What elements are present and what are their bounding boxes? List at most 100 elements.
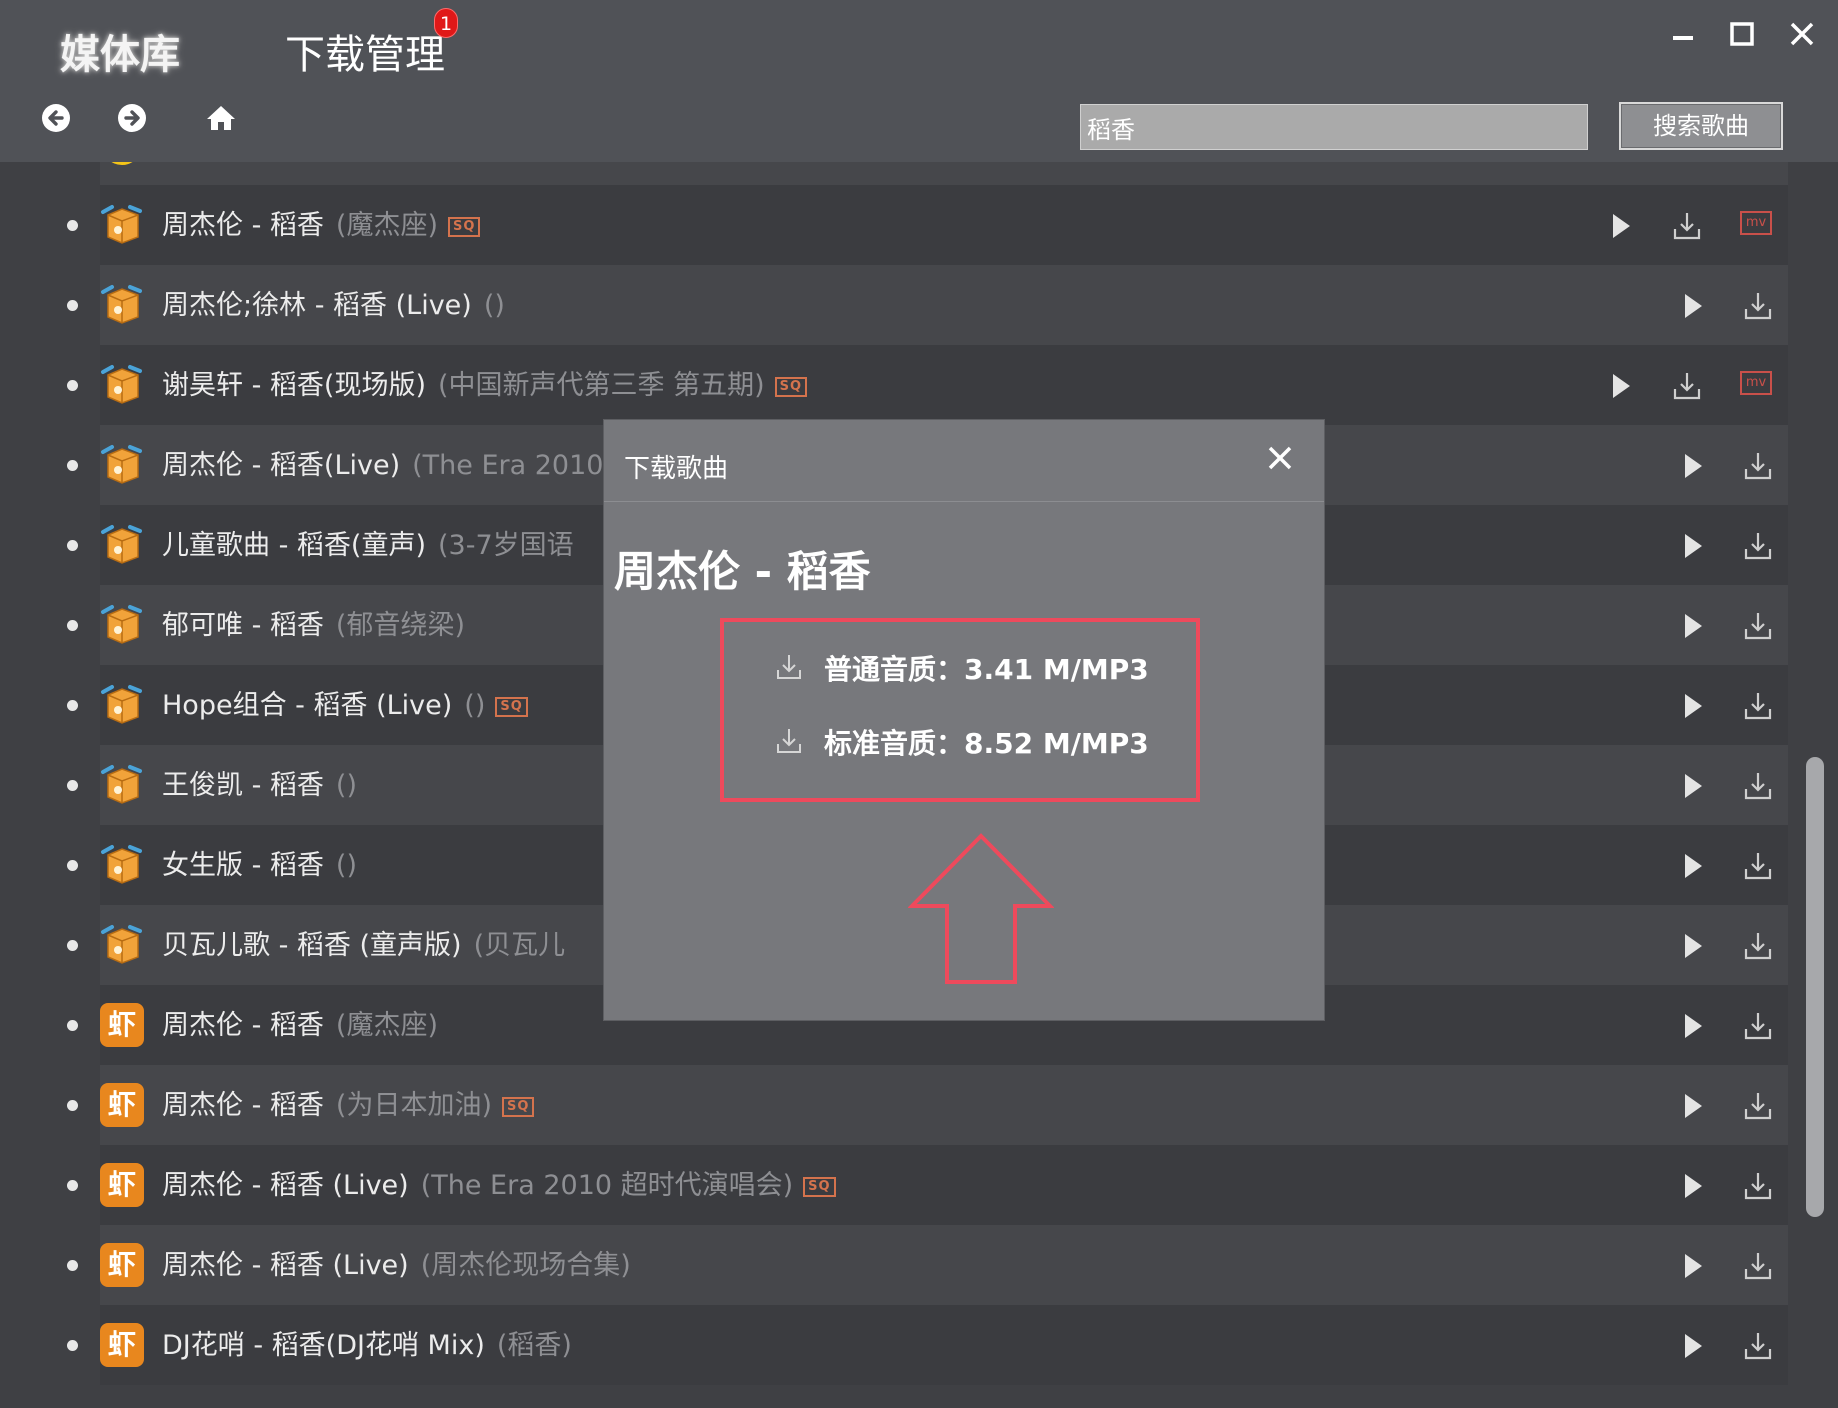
download-icon[interactable] [1741,162,1775,163]
row-bullet [67,1020,78,1031]
song-title: 稻香(童声) [296,530,426,561]
song-label: 周杰伦 - 稻香(Live) (The Era 2010 [162,443,603,482]
download-icon[interactable] [1741,849,1775,883]
row-bullet [67,460,78,471]
row-background [100,162,1788,185]
download-icon[interactable] [1741,689,1775,723]
download-icon[interactable] [1741,1009,1775,1043]
play-icon[interactable] [1675,529,1709,563]
play-icon[interactable] [1675,769,1709,803]
download-icon[interactable] [1741,1089,1775,1123]
close-window-button[interactable] [1782,14,1822,54]
title-separator: - [243,1250,270,1281]
play-icon[interactable] [1675,849,1709,883]
song-title: 稻香 [269,770,324,801]
song-album: (中国新声代第三季 第五期) [438,370,765,401]
download-icon[interactable] [1741,929,1775,963]
song-label: 周杰伦 - 稻香 (魔杰座) SQ [162,203,481,242]
song-title: 稻香 (Live) [333,290,472,321]
download-icon[interactable] [1741,609,1775,643]
song-row[interactable]: 虾周杰伦 - 稻香 (Live) (The Era 2010 超时代演唱会) SQ [0,1145,1800,1225]
xiami-source-icon: 虾 [100,1083,144,1127]
song-row[interactable]: DJ - 稻香 (DJ 秋伟 Remix)() [0,162,1800,185]
dialog-title: 下载歌曲 [624,454,729,484]
song-row[interactable]: 谢昊轩 - 稻香(现场版) (中国新声代第三季 第五期) SQ mv [0,345,1800,425]
kugou-source-icon [101,765,142,804]
forward-button[interactable] [114,100,150,136]
play-icon[interactable] [1603,369,1637,403]
home-button[interactable] [203,100,239,136]
song-title: 稻香(DJ花哨 Mix) [271,1330,485,1361]
song-label: 周杰伦;徐林 - 稻香 (Live) () [162,283,505,322]
title-separator: - [306,290,334,321]
song-title: 稻香 (Live) [269,1250,409,1281]
sq-quality-tag: SQ [774,376,808,397]
song-album: (郁音绕梁) [335,610,465,641]
play-icon[interactable] [1675,162,1709,163]
mv-button[interactable]: mv [1740,371,1772,395]
song-row[interactable]: 虾周杰伦 - 稻香 (为日本加油) SQ [0,1065,1800,1145]
title-separator: - [286,690,314,721]
song-label: 谢昊轩 - 稻香(现场版) (中国新声代第三季 第五期) SQ [162,363,808,402]
kugou-source-icon [101,685,142,724]
xiami-source-icon: 虾 [100,1323,144,1367]
maximize-button[interactable] [1722,14,1762,54]
download-icon[interactable] [1670,209,1704,243]
play-icon[interactable] [1675,1169,1709,1203]
download-icon[interactable] [1741,769,1775,803]
dialog-close-button[interactable] [1260,438,1300,478]
xiami-source-icon: 虾 [100,1003,144,1047]
download-icon[interactable] [1741,529,1775,563]
song-label: DJ花哨 - 稻香(DJ花哨 Mix) (稻香) [162,1323,572,1362]
song-album: (3-7岁国语 [438,530,574,561]
tab-media-library[interactable]: 媒体库 [60,22,180,80]
kugou-source-icon [101,845,142,884]
back-button[interactable] [38,100,74,136]
minimize-button[interactable] [1663,14,1703,54]
search-input[interactable] [1080,104,1588,150]
close-icon [1268,446,1292,470]
download-icon[interactable] [1741,1329,1775,1363]
title-separator: - [243,770,270,801]
download-icon[interactable] [1741,449,1775,483]
song-label: 贝瓦儿歌 - 稻香 (童声版) (贝瓦儿 [162,923,565,962]
download-icon [777,729,801,753]
song-row[interactable]: 周杰伦;徐林 - 稻香 (Live) () [0,265,1800,345]
play-icon[interactable] [1675,609,1709,643]
sq-quality-tag: SQ [448,216,481,237]
download-icon[interactable] [1741,1169,1775,1203]
song-album: () [464,690,486,721]
play-icon[interactable] [1675,449,1709,483]
song-row[interactable]: 虾周杰伦 - 稻香 (Live) (周杰伦现场合集) [0,1225,1800,1305]
song-row[interactable]: 周杰伦 - 稻香 (魔杰座) SQ mv [0,185,1800,265]
mv-button[interactable]: mv [1740,211,1772,235]
song-artist: DJ花哨 [162,1330,245,1361]
quality-option-normal[interactable]: 普通音质：3.41 M/MP3 [774,646,1174,686]
play-icon[interactable] [1675,1329,1709,1363]
dialog-titlebar: 下载歌曲 [604,420,1324,502]
song-title: 稻香 [269,1010,324,1041]
list-scrollbar[interactable] [1806,757,1824,1217]
title-separator: - [243,1010,270,1041]
quality-option-standard[interactable]: 标准音质：8.52 M/MP3 [774,720,1174,760]
song-title: 稻香 (Live) [269,1170,409,1201]
play-icon[interactable] [1675,289,1709,323]
play-icon[interactable] [1675,1249,1709,1283]
title-separator: - [244,1330,272,1361]
song-artist: 女生版 [162,850,243,881]
play-icon[interactable] [1675,1009,1709,1043]
song-label: 周杰伦 - 稻香 (为日本加油) SQ [162,1083,535,1122]
song-row[interactable]: 虾 DJ花哨 - 稻香(DJ花哨 Mix) (稻香) [0,1305,1800,1385]
tab-download-manager[interactable]: 下载管理 [285,22,445,80]
play-icon[interactable] [1603,209,1637,243]
app-header: 媒体库 下载管理 1 搜索歌曲 [0,0,1838,162]
download-icon[interactable] [1741,1249,1775,1283]
download-icon[interactable] [1670,369,1704,403]
play-icon[interactable] [1675,1089,1709,1123]
download-song-dialog: 下载歌曲 周杰伦 - 稻香 普通音质：3.41 M/MP3 标准音质：8.52 … [604,420,1324,1020]
search-songs-button[interactable]: 搜索歌曲 [1619,102,1783,150]
quality-label: 标准音质：8.52 M/MP3 [824,727,1149,760]
download-icon[interactable] [1741,289,1775,323]
play-icon[interactable] [1675,929,1709,963]
play-icon[interactable] [1675,689,1709,723]
